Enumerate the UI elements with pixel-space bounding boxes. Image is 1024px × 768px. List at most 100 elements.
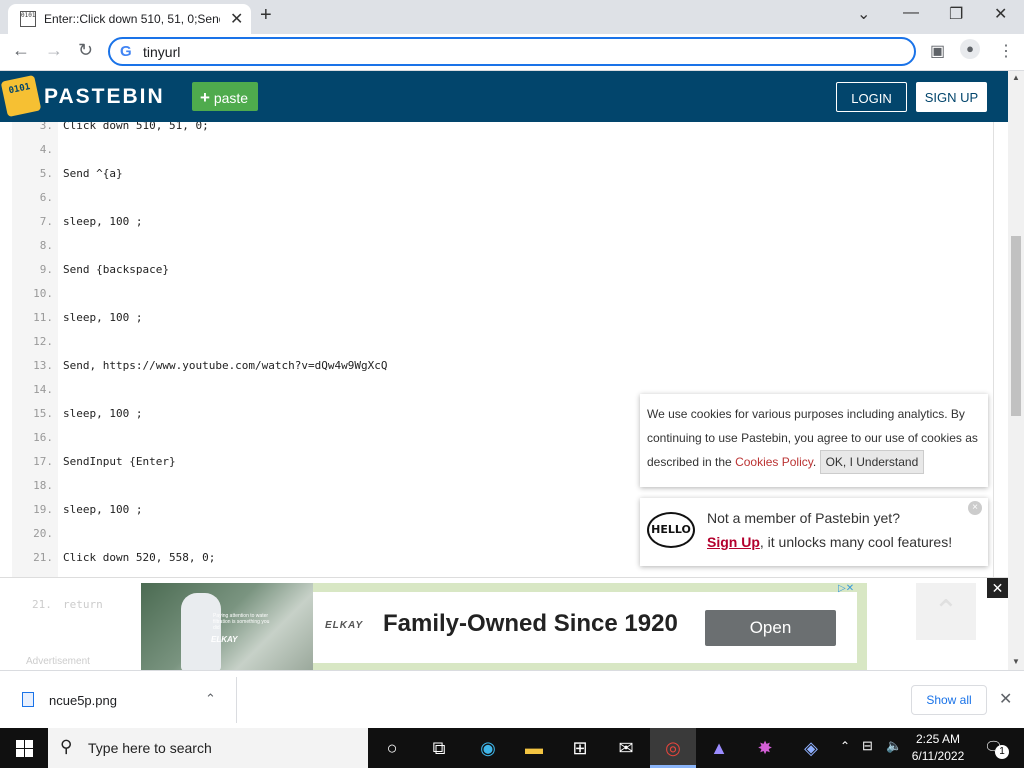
advertisement-label: Advertisement	[26, 656, 90, 667]
new-paste-button[interactable]: + paste	[192, 82, 258, 111]
scroll-up-icon[interactable]: ▲	[1012, 73, 1020, 82]
app-icon-3[interactable]: ◈	[788, 728, 834, 768]
minimize-button[interactable]: —	[903, 4, 919, 22]
file-icon	[22, 692, 34, 707]
download-file-name[interactable]: ncue5p.png	[49, 693, 117, 708]
member-signup-text: , it unlocks many cool features!	[759, 534, 953, 550]
member-signup-link[interactable]: Sign Up	[707, 534, 760, 550]
app-icon-2[interactable]: ✸	[742, 728, 788, 768]
cookie-text-end: .	[812, 455, 817, 469]
signup-button[interactable]: SIGN UP	[916, 82, 987, 112]
profile-icon[interactable]: ●	[960, 39, 980, 59]
download-options-chevron-icon[interactable]: ⌃	[205, 691, 216, 707]
hello-icon: HELLO	[647, 512, 695, 548]
line-number: 12.	[33, 335, 53, 348]
scroll-to-top-icon[interactable]: ⌃	[916, 583, 976, 640]
scrollbar-thumb[interactable]	[1011, 236, 1021, 416]
code-line: 6.	[0, 191, 960, 215]
code-line: 12.	[0, 335, 960, 359]
pastebin-logo[interactable]: 0101	[0, 74, 42, 118]
browser-tab[interactable]: 0101 Enter::Click down 510, 51, 0;Send ✕	[8, 4, 251, 34]
network-icon[interactable]: ⊟	[862, 738, 873, 754]
page-scrollbar[interactable]: ▲ ▼	[1008, 71, 1024, 670]
line-number: 8.	[39, 239, 53, 252]
tab-close-icon[interactable]: ✕	[230, 9, 243, 29]
ad-choices-icon[interactable]: ▷✕	[838, 583, 854, 594]
ad-banner[interactable]: Paying attention to water filtration is …	[141, 583, 867, 671]
line-content: Click down 510, 51, 0;	[63, 122, 209, 132]
line-number: 18.	[33, 479, 53, 492]
clock-date[interactable]: 6/11/2022	[908, 749, 968, 763]
window-close-button[interactable]: ✕	[994, 4, 1007, 24]
mail-icon[interactable]: ✉	[603, 728, 649, 768]
line-number: 10.	[33, 287, 53, 300]
cookies-policy-link[interactable]: Cookies Policy	[735, 455, 813, 469]
menu-icon[interactable]: ⋮	[998, 41, 1014, 61]
faded-line-number: 21.	[32, 598, 52, 611]
member-signup-line: Sign Up, it unlocks many cool features!	[707, 534, 952, 550]
code-line: 9. Send {backspace}	[0, 263, 960, 287]
address-bar[interactable]: G tinyurl	[108, 37, 916, 66]
ad-close-button[interactable]: ✕	[987, 578, 1008, 598]
line-number: 9.	[39, 263, 53, 276]
faded-code-text: return	[63, 598, 103, 611]
plus-icon: +	[200, 88, 210, 107]
taskbar-search-placeholder: Type here to search	[88, 740, 212, 756]
ad-content: ELKAY Family-Owned Since 1920 Open	[313, 592, 857, 663]
clock-time[interactable]: 2:25 AM	[908, 732, 968, 746]
line-number: 3.	[39, 122, 53, 132]
line-content: sleep, 100 ;	[63, 407, 143, 420]
ad-photo: Paying attention to water filtration is …	[141, 583, 313, 671]
notification-count-badge: 1	[995, 745, 1009, 759]
search-icon: ⚲	[60, 737, 73, 756]
code-line: 3. Click down 510, 51, 0;	[0, 122, 960, 143]
login-button[interactable]: LOGIN	[836, 82, 907, 112]
tab-search-chevron-down-icon[interactable]: ⌄	[857, 4, 870, 24]
line-content: Click down 520, 558, 0;	[63, 551, 216, 564]
edge-icon[interactable]: ◉	[465, 728, 511, 768]
line-number: 20.	[33, 527, 53, 540]
volume-icon[interactable]: 🔈	[886, 738, 902, 754]
back-icon[interactable]: ←	[12, 40, 30, 61]
line-number: 15.	[33, 407, 53, 420]
code-line: 5. Send ^{a}	[0, 167, 960, 191]
tab-strip: 0101 Enter::Click down 510, 51, 0;Send ✕…	[0, 0, 1024, 34]
cortana-icon[interactable]: ○	[369, 728, 415, 768]
pastebin-brand[interactable]: PASTEBIN	[44, 85, 165, 109]
google-icon: G	[120, 43, 132, 60]
forward-icon[interactable]: →	[45, 40, 63, 61]
ad-bar: 21. return Advertisement Paying attentio…	[0, 577, 1008, 671]
code-line: 13. Send, https://www.youtube.com/watch?v…	[0, 359, 960, 383]
side-panel-icon[interactable]: ▣	[930, 41, 945, 61]
ad-open-button[interactable]: Open	[705, 610, 836, 646]
downloads-close-icon[interactable]: ✕	[999, 689, 1012, 709]
scroll-down-icon[interactable]: ▼	[1012, 657, 1020, 666]
address-bar-text[interactable]: tinyurl	[143, 44, 180, 60]
line-number: 16.	[33, 431, 53, 444]
line-number: 6.	[39, 191, 53, 204]
member-popup-close-icon[interactable]: ×	[968, 501, 982, 515]
ad-brand-logo: ELKAY	[325, 620, 364, 631]
line-number: 5.	[39, 167, 53, 180]
show-all-button[interactable]: Show all	[911, 685, 987, 715]
reload-icon[interactable]: ↻	[78, 40, 93, 61]
task-view-icon[interactable]: ⧉	[416, 728, 462, 768]
file-explorer-icon[interactable]: ▬	[511, 728, 557, 768]
restore-button[interactable]: ❐	[949, 4, 963, 24]
code-line: 11. sleep, 100 ;	[0, 311, 960, 335]
windows-start-icon[interactable]	[0, 728, 48, 768]
tab-title: Enter::Click down 510, 51, 0;Send	[44, 12, 220, 26]
line-content: Send ^{a}	[63, 167, 123, 180]
divider	[236, 677, 237, 723]
ad-photo-caption: Paying attention to water filtration is …	[213, 613, 270, 631]
taskbar-search-box[interactable]: ⚲ Type here to search	[48, 728, 368, 768]
cookie-accept-button[interactable]: OK, I Understand	[819, 450, 925, 474]
member-popup: HELLO Not a member of Pastebin yet? Sign…	[640, 498, 988, 566]
line-number: 4.	[39, 143, 53, 156]
tray-chevron-up-icon[interactable]: ⌃	[840, 739, 850, 753]
store-icon[interactable]: ⊞	[557, 728, 603, 768]
line-number: 14.	[33, 383, 53, 396]
app-icon-1[interactable]: ▲	[696, 728, 742, 768]
new-tab-button[interactable]: +	[260, 4, 272, 27]
chrome-icon[interactable]: ◎	[650, 728, 696, 768]
